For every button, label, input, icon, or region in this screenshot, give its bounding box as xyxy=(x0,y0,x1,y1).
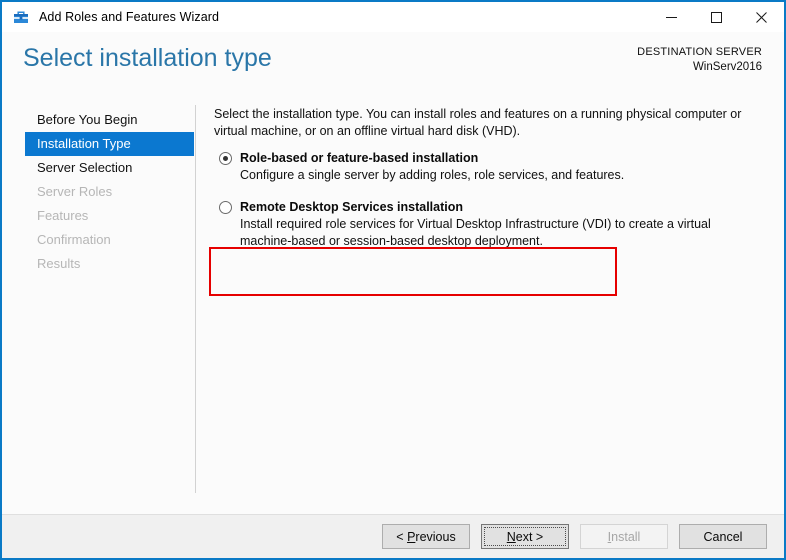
instruction-text: Select the installation type. You can in… xyxy=(214,107,742,138)
option-role-based-installation[interactable]: Role-based or feature-based installation… xyxy=(214,149,770,184)
close-button[interactable] xyxy=(739,2,784,32)
destination-server-label: DESTINATION SERVER xyxy=(637,46,762,58)
radio-remote-desktop-services[interactable] xyxy=(219,201,232,214)
radio-role-based-installation[interactable] xyxy=(219,152,232,165)
window-title: Add Roles and Features Wizard xyxy=(39,10,220,24)
sidebar-item-before-you-begin[interactable]: Before You Begin xyxy=(25,108,194,132)
cancel-button[interactable]: Cancel xyxy=(679,524,767,549)
cancel-button-label: Cancel xyxy=(703,529,743,544)
previous-button-label: < Previous xyxy=(396,529,456,544)
wizard-navigation: Before You Begin Installation Type Serve… xyxy=(2,100,196,514)
install-button: Install xyxy=(580,524,668,549)
installation-type-radio-group: Role-based or feature-based installation… xyxy=(214,149,770,250)
sidebar-item-confirmation: Confirmation xyxy=(37,232,111,247)
maximize-button[interactable] xyxy=(694,2,739,32)
wizard-footer: < Previous Next > Install Cancel xyxy=(2,514,784,558)
install-button-label: Install xyxy=(607,529,641,544)
minimize-button[interactable] xyxy=(649,2,694,32)
wizard-content: Select the installation type. You can in… xyxy=(196,100,784,514)
previous-button[interactable]: < Previous xyxy=(382,524,470,549)
window-controls xyxy=(649,2,784,32)
option-role-based-title: Role-based or feature-based installation xyxy=(240,151,479,165)
sidebar-item-results: Results xyxy=(37,256,81,271)
wizard-body: Before You Begin Installation Type Serve… xyxy=(2,100,784,514)
roles-features-icon xyxy=(11,7,31,27)
sidebar-item-server-roles: Server Roles xyxy=(37,184,113,199)
destination-server: DESTINATION SERVER WinServ2016 xyxy=(637,45,762,75)
title-bar: Add Roles and Features Wizard xyxy=(2,2,784,32)
option-remote-desktop-services-installation[interactable]: Remote Desktop Services installation Ins… xyxy=(214,198,770,250)
page-title: Select installation type xyxy=(23,44,272,72)
option-remote-desktop-title: Remote Desktop Services installation xyxy=(240,200,463,214)
sidebar-item-server-selection[interactable]: Server Selection xyxy=(25,156,194,180)
option-role-based-description: Configure a single server by adding role… xyxy=(240,168,625,182)
wizard-window: Add Roles and Features Wizard Select ins… xyxy=(0,0,786,560)
next-button[interactable]: Next > xyxy=(481,524,569,549)
sidebar-item-installation-type[interactable]: Installation Type xyxy=(25,132,194,156)
option-remote-desktop-description: Install required role services for Virtu… xyxy=(240,217,711,248)
sidebar-item-features: Features xyxy=(37,208,89,223)
wizard-header: Select installation type DESTINATION SER… xyxy=(2,32,784,100)
destination-server-value: WinServ2016 xyxy=(692,61,762,73)
focus-ring xyxy=(484,527,566,546)
